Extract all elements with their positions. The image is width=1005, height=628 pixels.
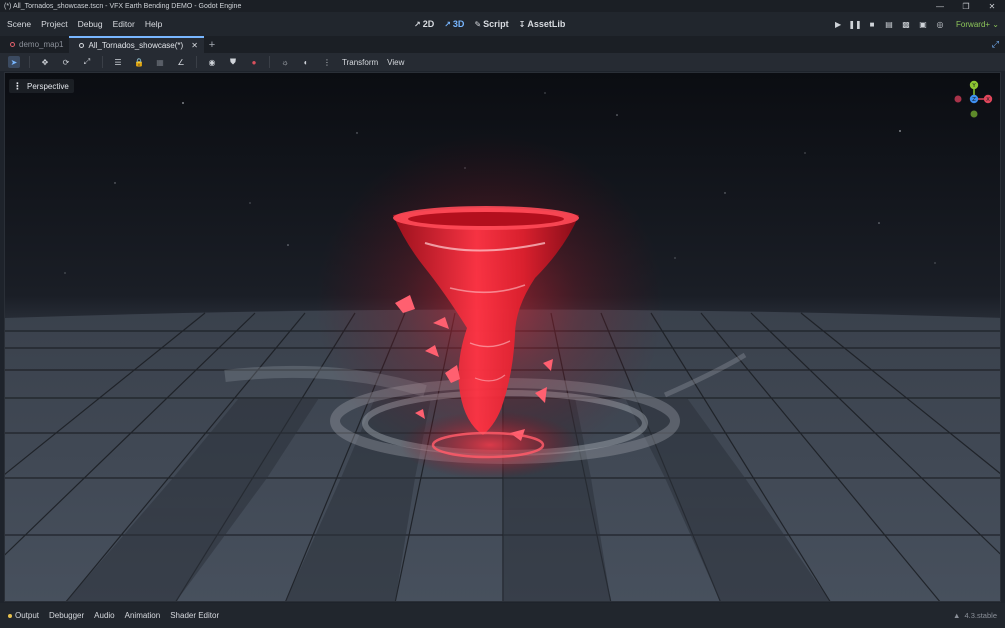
scene-tab-demo-map1[interactable]: demo_map1	[0, 36, 69, 53]
renderer-select[interactable]: Forward+ ⌄	[956, 20, 999, 29]
scene-tab-all-tornados[interactable]: All_Tornados_showcase(*) ✕	[69, 36, 204, 53]
3d-viewport[interactable]: ⋮ Perspective Y X Z	[4, 72, 1001, 602]
gizmo-x-label: X	[986, 97, 990, 103]
local-space-icon[interactable]: ◉	[206, 56, 218, 68]
more-icon[interactable]: ⋮	[321, 56, 333, 68]
gizmo-neg-y-handle[interactable]	[970, 110, 978, 118]
play-custom-icon[interactable]: ▣	[918, 19, 928, 29]
title-bar: (*) All_Tornados_showcase.tscn - VFX Ear…	[0, 0, 1005, 12]
toolbar-divider	[269, 56, 270, 68]
play-scene-icon[interactable]: ▩	[901, 19, 911, 29]
toolbar-divider	[196, 56, 197, 68]
main-screen-3d[interactable]: ↗ 3D	[444, 19, 464, 29]
main-screen-script[interactable]: ✎ Script	[474, 19, 508, 29]
remote-debug-icon[interactable]: ▤	[884, 19, 894, 29]
add-scene-tab-icon[interactable]: +	[204, 36, 220, 53]
scene-tabs: demo_map1 All_Tornados_showcase(*) ✕ + ⤢	[0, 36, 1005, 53]
play-icon[interactable]: ▶	[833, 19, 843, 29]
menu-scene[interactable]: Scene	[7, 19, 31, 29]
viewport-toolbar: ➤ ✥ ⟳ ⤢ ☰ 🔒 ▦ ∠ ◉ ⛊ ● ☼ ◐ ⋮ Transform Vi…	[0, 53, 1005, 71]
engine-version: ▲ 4.3.stable	[953, 603, 997, 628]
pause-icon[interactable]: ❚❚	[848, 19, 861, 29]
ruler-icon[interactable]: ∠	[175, 56, 187, 68]
scale-icon[interactable]: ⤢	[81, 56, 93, 68]
close-tab-icon[interactable]: ✕	[191, 41, 198, 50]
main-screen-2d[interactable]: ↗ 2D	[414, 19, 434, 29]
version-icon: ▲	[953, 611, 961, 620]
menu-debug[interactable]: Debug	[78, 19, 103, 29]
environment-icon[interactable]: ◐	[300, 56, 312, 68]
menu-help[interactable]: Help	[145, 19, 162, 29]
toolbar-divider	[102, 56, 103, 68]
main-menu: Scene Project Debug Editor Help	[0, 19, 162, 29]
list-icon[interactable]: ☰	[112, 56, 124, 68]
close-icon[interactable]: ✕	[979, 0, 1005, 12]
transform-menu[interactable]: Transform	[342, 58, 378, 67]
sun-icon[interactable]: ☼	[279, 56, 291, 68]
window-title: (*) All_Tornados_showcase.tscn - VFX Ear…	[4, 2, 242, 10]
toolbar-divider	[29, 56, 30, 68]
scene-tab-dot-icon	[79, 43, 85, 48]
group-icon[interactable]: ▦	[154, 56, 166, 68]
rotate-icon[interactable]: ⟳	[60, 56, 72, 68]
output-status-dot	[8, 613, 12, 618]
lock-icon[interactable]: 🔒	[133, 56, 145, 68]
select-icon[interactable]: ➤	[8, 56, 20, 68]
kebab-menu-icon: ⋮	[13, 80, 22, 91]
movie-maker-icon[interactable]: ◎	[935, 19, 945, 29]
menu-project[interactable]: Project	[41, 19, 67, 29]
gizmo-y-label: Y	[971, 83, 976, 89]
script-icon: ✎	[474, 19, 482, 29]
view-menu[interactable]: View	[387, 58, 404, 67]
gizmo-z-label: Z	[972, 97, 976, 103]
chevron-down-icon: ⌄	[992, 19, 999, 29]
view-orientation-gizmo[interactable]: Y X Z	[952, 77, 996, 121]
bottom-panel-tabs: Output Debugger Audio Animation Shader E…	[0, 603, 1005, 628]
stop-icon[interactable]: ■	[867, 19, 877, 29]
move-icon[interactable]: ✥	[39, 56, 51, 68]
tab-debugger[interactable]: Debugger	[49, 611, 84, 620]
menu-bar: Scene Project Debug Editor Help ↗ 2D ↗ 3D …	[0, 12, 1005, 36]
restore-icon[interactable]: ❐	[953, 0, 979, 12]
distraction-free-icon[interactable]: ⤢	[992, 39, 999, 50]
main-screen-switcher: ↗ 2D ↗ 3D ✎ Script ↧ AssetLib	[414, 12, 565, 36]
tab-animation[interactable]: Animation	[125, 611, 161, 620]
perspective-menu[interactable]: ⋮ Perspective	[9, 79, 74, 93]
snap-icon[interactable]: ⛊	[227, 56, 239, 68]
tab-shader-editor[interactable]: Shader Editor	[170, 611, 219, 620]
tab-output[interactable]: Output	[8, 611, 39, 620]
viewport-scene	[5, 73, 1000, 601]
minimize-icon[interactable]: —	[927, 0, 953, 12]
main-screen-assetlib[interactable]: ↧ AssetLib	[519, 19, 566, 29]
version-label: 4.3.stable	[964, 611, 997, 620]
run-bar: ▶ ❚❚ ■ ▤ ▩ ▣ ◎ Forward+ ⌄	[833, 12, 999, 36]
window-controls: — ❐ ✕	[927, 0, 1005, 12]
assetlib-icon: ↧	[518, 19, 526, 29]
perspective-label: Perspective	[27, 81, 69, 91]
3d-icon: ↗	[444, 19, 451, 29]
camera-preview-icon[interactable]: ●	[248, 56, 260, 68]
gizmo-neg-x-handle[interactable]	[954, 95, 962, 103]
menu-editor[interactable]: Editor	[113, 19, 135, 29]
2d-icon: ↗	[414, 19, 421, 29]
scene-tab-dot-icon	[10, 42, 15, 47]
tab-audio[interactable]: Audio	[94, 611, 114, 620]
